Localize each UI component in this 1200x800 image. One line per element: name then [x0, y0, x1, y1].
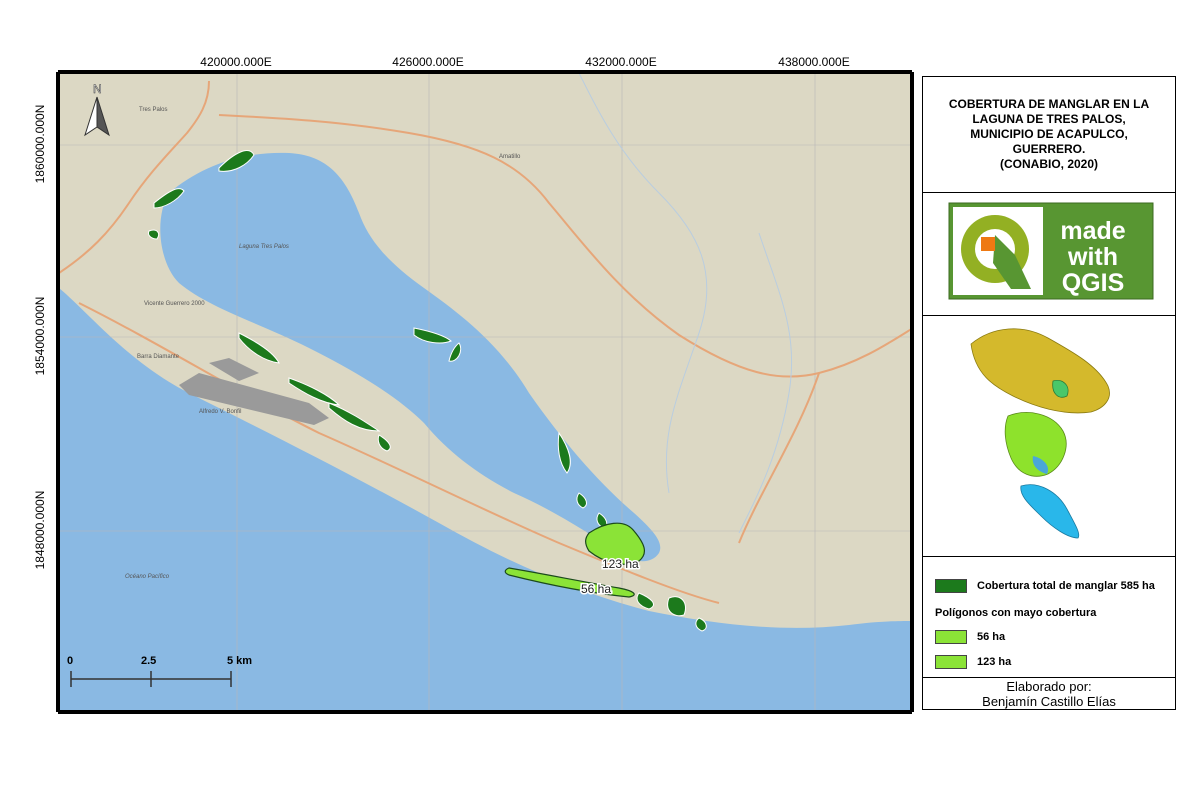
place-tres-palos: Tres Palos [139, 107, 167, 113]
map-neatline-left [56, 72, 60, 712]
lagoon-locator-map [1020, 484, 1080, 539]
north-arrow-label: N [93, 82, 102, 96]
coord-left-1854000: 1854000.000N [33, 296, 47, 376]
map-neatline-right [910, 72, 914, 712]
swatch-123ha [935, 655, 967, 669]
coord-top-420000: 420000.000E [200, 55, 272, 69]
legend-item-total: Cobertura total de manglar 585 ha [935, 579, 1155, 593]
map-title-line: LAGUNA DE TRES PALOS, [972, 112, 1126, 126]
legend-label-total: Cobertura total de manglar 585 ha [977, 580, 1155, 592]
map-neatline-top [58, 70, 912, 74]
logo-with: with [1067, 243, 1118, 271]
map-title-line: GUERRERO. [1012, 142, 1086, 156]
scale-label-0: 0 [67, 655, 74, 667]
legend-panel: COBERTURA DE MANGLAR EN LA LAGUNA DE TRE… [922, 76, 1176, 710]
place-amatillo: Amatillo [499, 154, 521, 160]
legend-label-123ha: 123 ha [977, 656, 1012, 668]
title-section: COBERTURA DE MANGLAR EN LA LAGUNA DE TRE… [923, 77, 1175, 193]
map-canvas[interactable]: Tres Palos Amatillo Laguna Tres Palos Vi… [59, 73, 912, 712]
place-laguna: Laguna Tres Palos [239, 244, 289, 250]
author-label: Elaborado por: [1006, 679, 1092, 694]
legend-label-56ha: 56 ha [977, 631, 1006, 643]
logo-qgis: QGIS [1062, 269, 1125, 297]
location-maps [970, 328, 1110, 539]
author-name: Benjamín Castillo Elías [982, 694, 1116, 709]
author-section: Elaborado por: Benjamín Castillo Elías [923, 678, 1175, 710]
legend-subtitle: Polígonos con mayo cobertura [935, 607, 1096, 619]
scale-label-2-5: 2.5 [141, 655, 157, 667]
map-title-line: (CONABIO, 2020) [999, 157, 1099, 171]
label-123ha: 123 ha [602, 557, 639, 571]
map-title-line: MUNICIPIO DE ACAPULCO, [970, 127, 1128, 141]
scale-label-5km: 5 km [227, 655, 253, 667]
map-frame[interactable]: Tres Palos Amatillo Laguna Tres Palos Vi… [58, 72, 912, 712]
legend-subtitle-text: Polígonos con mayo cobertura [935, 607, 1097, 619]
coord-top-438000: 438000.000E [778, 55, 850, 69]
place-oceano: Océano Pacífico [125, 574, 170, 580]
map-title-line: COBERTURA DE MANGLAR EN LA [948, 97, 1150, 111]
logo-made: made [1060, 217, 1125, 245]
map-neatline-bottom [58, 710, 912, 714]
legend-item-123ha: 123 ha [935, 655, 1011, 669]
place-barra-diamante: Barra Diamante [137, 354, 180, 360]
coord-left-1848000: 1848000.000N [33, 490, 47, 570]
coord-top-432000: 432000.000E [585, 55, 657, 69]
logo-section: made with QGIS [923, 193, 1175, 316]
made-with-qgis-logo: made with QGIS [948, 202, 1154, 300]
legend-items-section: Cobertura total de manglar 585 ha Polígo… [923, 557, 1175, 678]
map-title: COBERTURA DE MANGLAR EN LA LAGUNA DE TRE… [923, 77, 1175, 172]
location-maps-section [923, 316, 1175, 557]
coord-top-426000: 426000.000E [392, 55, 464, 69]
place-alfredo-bonfil: Alfredo V. Bonfil [199, 409, 241, 415]
legend-item-56ha: 56 ha [935, 630, 1005, 644]
swatch-mangrove [935, 579, 967, 593]
mexico-state-map [970, 328, 1110, 414]
label-56ha: 56 ha [581, 582, 611, 596]
swatch-56ha [935, 630, 967, 644]
coord-left-1860000: 1860000.000N [33, 104, 47, 184]
municipality-map [1004, 412, 1067, 477]
place-vicente-guerrero: Vicente Guerrero 2000 [144, 301, 205, 307]
